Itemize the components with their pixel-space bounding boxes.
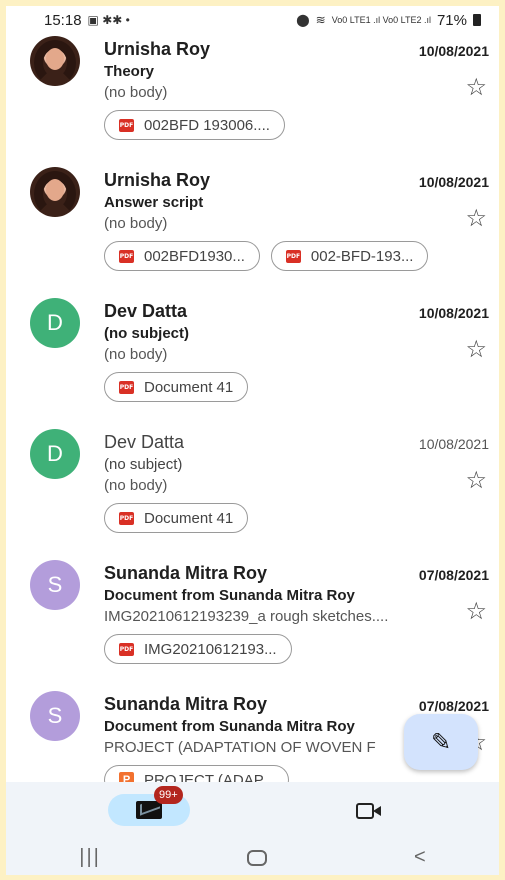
star-icon[interactable]: ☆ — [465, 338, 487, 362]
sender-avatar: D — [30, 298, 80, 348]
pencil-icon: ✎ — [430, 728, 452, 756]
pdf-icon: PDF — [119, 249, 134, 263]
attachment-chips: PDF Document 41 — [104, 503, 249, 533]
email-subject: Document from Sunanda Mitra Roy — [104, 718, 355, 735]
email-date: 10/08/2021 — [418, 174, 489, 190]
sender-avatar: D — [30, 429, 80, 479]
sender-avatar — [30, 167, 80, 217]
nav-meet-tab[interactable] — [356, 800, 384, 822]
clock: 15:18 — [44, 11, 82, 29]
home-button[interactable] — [247, 849, 268, 866]
notification-icons: ▣ ✱✱ • — [87, 13, 130, 27]
compose-button[interactable]: ✎ — [404, 714, 478, 770]
phone-screen: 15:18 ▣ ✱✱ • ⬤ ≋ Vo0 LTE1 .ıl Vo0 LTE2 .… — [6, 6, 499, 875]
attachment-chips: PDF 002BFD 193006.... — [104, 110, 285, 140]
attachment-chip[interactable]: PDF 002-BFD-193... — [270, 241, 429, 271]
status-right: ⬤ ≋ Vo0 LTE1 .ıl Vo0 LTE2 .ıl 71% — [296, 12, 481, 29]
sender-name: Sunanda Mitra Roy — [104, 563, 268, 583]
email-date: 07/08/2021 — [418, 698, 489, 714]
attachment-chips: PDF Document 41 — [104, 372, 249, 402]
email-subject: (no subject) — [104, 456, 183, 473]
email-row[interactable]: D Dev Datta 10/08/2021 (no subject) (no … — [6, 427, 499, 558]
attachment-chips: PDF IMG20210612193... — [104, 634, 292, 664]
status-left: 15:18 ▣ ✱✱ • — [44, 12, 130, 29]
attachment-name: Document 41 — [144, 509, 234, 527]
email-snippet: IMG20210612193239_a rough sketches.... — [104, 608, 389, 625]
attachment-name: 002BFD1930... — [144, 247, 245, 265]
email-subject: Answer script — [104, 194, 204, 211]
pdf-icon: PDF — [119, 642, 134, 656]
email-snippet: (no body) — [104, 215, 168, 232]
avatar-face — [46, 48, 64, 70]
email-date: 10/08/2021 — [418, 436, 489, 452]
location-icon: ⬤ — [296, 13, 310, 27]
unread-count-badge: 99+ — [154, 786, 183, 804]
back-button[interactable]: < — [414, 846, 426, 869]
sender-name: Dev Datta — [104, 432, 185, 452]
bottom-navigation: 99+ — [6, 782, 499, 840]
attachment-chips: PDF 002BFD1930... PDF 002-BFD-193... — [104, 241, 429, 271]
battery-percent: 71% — [436, 11, 467, 29]
email-row[interactable]: D Dev Datta 10/08/2021 (no subject) (no … — [6, 296, 499, 427]
star-icon[interactable]: ☆ — [465, 600, 487, 624]
signal-icon: Vo0 LTE1 .ıl Vo0 LTE2 .ıl — [331, 15, 431, 25]
status-bar: 15:18 ▣ ✱✱ • ⬤ ≋ Vo0 LTE1 .ıl Vo0 LTE2 .… — [6, 6, 499, 34]
attachment-name: 002BFD 193006.... — [144, 116, 270, 134]
video-camera-icon — [356, 803, 374, 819]
email-date: 10/08/2021 — [418, 305, 489, 321]
system-navigation-bar: ||| < — [6, 840, 499, 875]
mail-icon — [136, 801, 162, 819]
email-row[interactable]: Urnisha Roy 10/08/2021 Theory (no body) … — [6, 34, 499, 165]
email-date: 07/08/2021 — [418, 567, 489, 583]
attachment-chip[interactable]: PDF 002BFD1930... — [104, 241, 260, 271]
battery-icon — [473, 14, 481, 26]
sender-name: Sunanda Mitra Roy — [104, 694, 268, 714]
avatar-face — [46, 179, 64, 201]
email-subject: Theory — [104, 63, 155, 80]
attachment-chip[interactable]: PDF IMG20210612193... — [104, 634, 292, 664]
attachment-name: 002-BFD-193... — [310, 247, 414, 265]
email-row[interactable]: S Sunanda Mitra Roy 07/08/2021 Document … — [6, 558, 499, 689]
pdf-icon: PDF — [119, 380, 134, 394]
attachment-chip[interactable]: PDF 002BFD 193006.... — [104, 110, 285, 140]
star-icon[interactable]: ☆ — [465, 469, 487, 493]
attachment-chip[interactable]: PDF Document 41 — [104, 503, 249, 533]
pdf-icon: PDF — [119, 511, 134, 525]
recent-apps-button[interactable]: ||| — [79, 846, 101, 869]
attachment-chip[interactable]: PDF Document 41 — [104, 372, 249, 402]
star-icon[interactable]: ☆ — [465, 207, 487, 231]
email-snippet: (no body) — [104, 477, 168, 494]
pdf-icon: PDF — [119, 118, 134, 132]
sender-name: Urnisha Roy — [104, 170, 211, 190]
attachment-name: IMG20210612193... — [144, 640, 277, 658]
sender-name: Urnisha Roy — [104, 39, 211, 59]
attachment-name: Document 41 — [144, 378, 234, 396]
wifi-icon: ≋ — [315, 13, 326, 27]
pdf-icon: PDF — [285, 249, 301, 263]
sender-name: Dev Datta — [104, 301, 188, 321]
star-icon[interactable]: ☆ — [465, 76, 487, 100]
email-date: 10/08/2021 — [418, 43, 489, 59]
email-snippet: (no body) — [104, 84, 168, 101]
sender-avatar: S — [30, 560, 80, 610]
email-subject: Document from Sunanda Mitra Roy — [104, 587, 355, 604]
sender-avatar: S — [30, 691, 80, 741]
email-snippet: (no body) — [104, 346, 168, 363]
sender-avatar — [30, 36, 80, 86]
email-row[interactable]: Urnisha Roy 10/08/2021 Answer script (no… — [6, 165, 499, 296]
email-subject: (no subject) — [104, 325, 189, 342]
email-snippet: PROJECT (ADAPTATION OF WOVEN F — [104, 739, 376, 756]
video-lens — [373, 806, 381, 816]
